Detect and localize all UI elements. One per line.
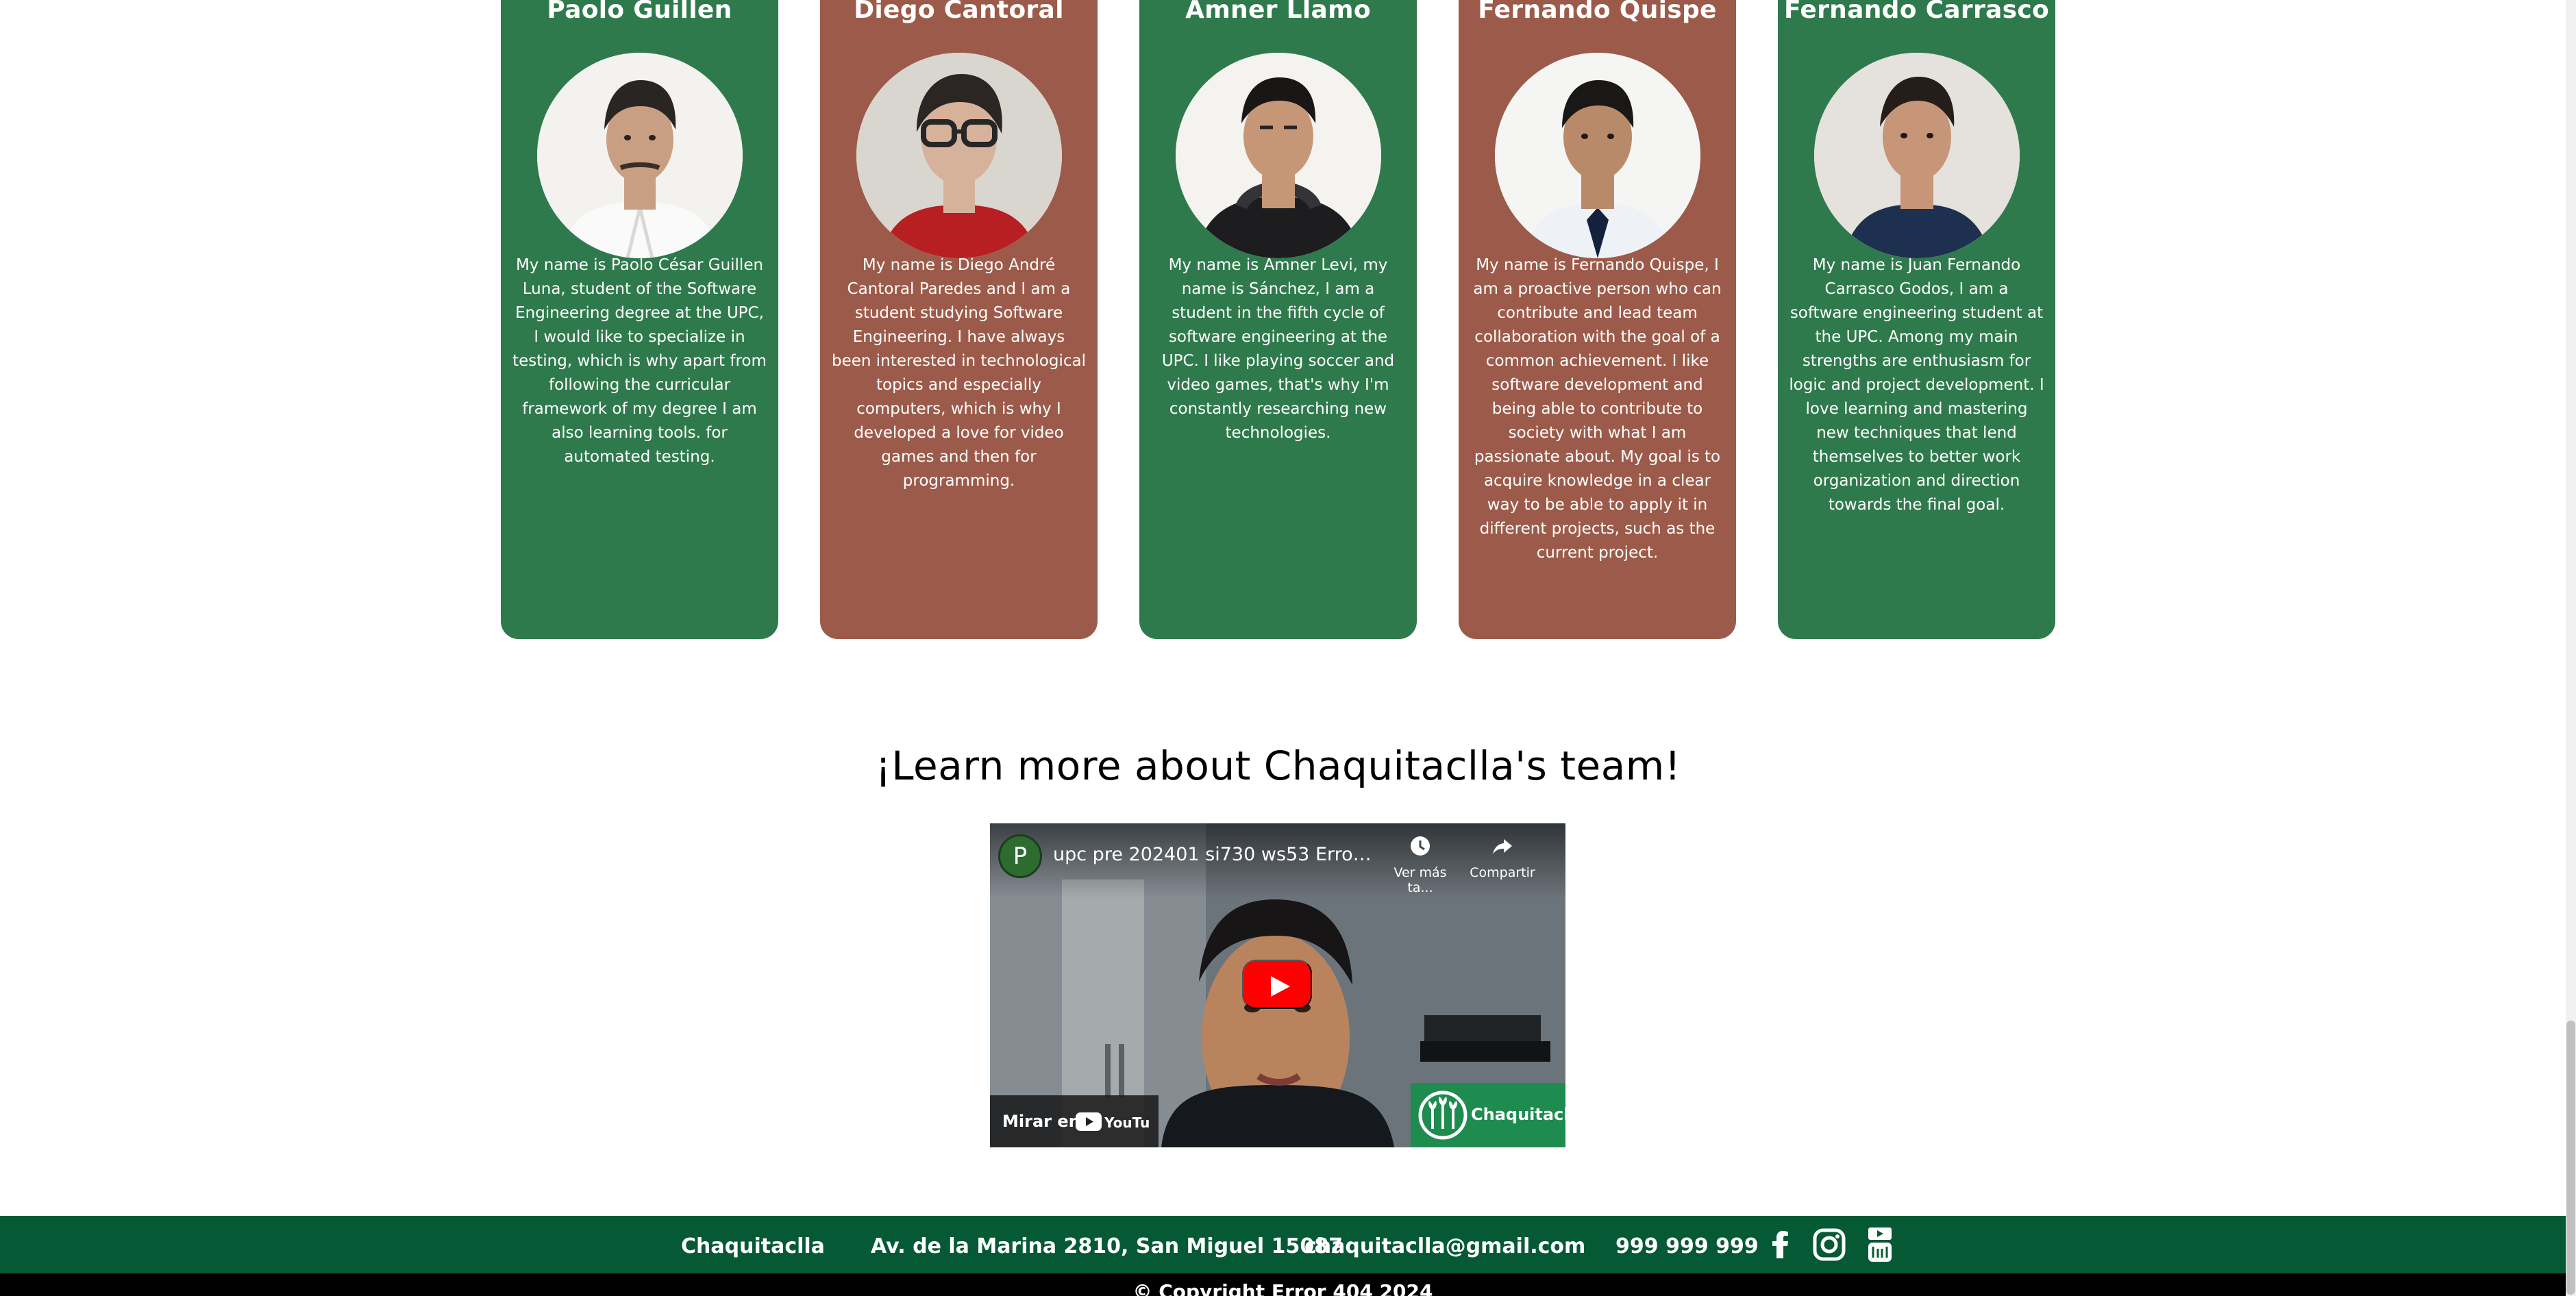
member-photo (537, 53, 743, 258)
video-title[interactable]: upc pre 202401 si730 ws53 Error404 (1053, 844, 1375, 865)
play-button[interactable] (1242, 960, 1312, 1009)
footer-phone[interactable]: 999 999 999 (1615, 1234, 1759, 1258)
member-bio: My name is Paolo César Guillen Luna, stu… (512, 256, 767, 466)
youtube-icon[interactable] (1861, 1225, 1899, 1264)
team-card-quispe: Fernando Quispe My name is Fernando Quis… (1459, 0, 1736, 639)
page-scrollbar[interactable] (2566, 0, 2576, 1296)
watch-on-label: Mirar en (1002, 1112, 1080, 1131)
member-name: Paolo Guillen (547, 0, 732, 24)
share-label: Compartir (1470, 865, 1535, 880)
svg-text:YouTube: YouTube (1104, 1114, 1149, 1131)
scrollbar-thumb[interactable] (2566, 1021, 2575, 1295)
watch-on-youtube-button[interactable]: Mirar en YouTube (990, 1095, 1159, 1147)
learn-more-heading: ¡Learn more about Chaquitaclla's team! (875, 743, 1681, 789)
youtube-logo-icon: YouTube (1076, 1112, 1149, 1131)
member-photo (856, 53, 1062, 258)
site-footer: Chaquitaclla Av. de la Marina 2810, San … (0, 1216, 2566, 1273)
video-title-bar: P upc pre 202401 si730 ws53 Error404 Ver… (990, 823, 1565, 899)
watch-later-label: Ver más ta... (1394, 865, 1447, 895)
share-icon (1493, 839, 1512, 854)
instagram-icon[interactable] (1810, 1225, 1848, 1264)
team-section: Paolo Guillen My name is Paolo César Gui… (501, 0, 2055, 639)
team-card-carrasco: Fernando Carrasco My name is Juan Fernan… (1778, 0, 2055, 639)
member-bio: My name is Diego André Cantoral Paredes … (832, 256, 1086, 490)
member-name: Diego Cantoral (854, 0, 1064, 24)
clock-icon (1411, 836, 1430, 856)
member-bio: My name is Fernando Quispe, I am a proac… (1473, 256, 1722, 562)
member-photo (1176, 53, 1381, 258)
copyright-bar: © Copyright Error 404 2024 (0, 1273, 2566, 1296)
member-photo (1495, 53, 1700, 258)
wheat-logo-icon (1418, 1091, 1467, 1140)
share-button[interactable]: Compartir (1461, 834, 1544, 880)
team-card-paolo: Paolo Guillen My name is Paolo César Gui… (501, 0, 778, 639)
footer-brand[interactable]: Chaquitaclla (681, 1234, 825, 1258)
copyright-text: © Copyright Error 404 2024 (1132, 1280, 1433, 1296)
watch-later-button[interactable]: Ver más ta... (1379, 834, 1461, 895)
footer-address: Av. de la Marina 2810, San Miguel 15087 (871, 1234, 1343, 1258)
brand-label: Chaquitaclla (1471, 1105, 1565, 1124)
member-name: Fernando Quispe (1478, 0, 1717, 24)
member-photo (1814, 53, 2020, 258)
member-name: Amner Llamo (1185, 0, 1371, 24)
chaquitaclla-video-badge: Chaquitaclla (1411, 1083, 1565, 1147)
member-name: Fernando Carrasco (1783, 0, 2049, 24)
footer-email[interactable]: chaquitaclla@gmail.com (1304, 1234, 1585, 1258)
youtube-video-embed[interactable]: P upc pre 202401 si730 ws53 Error404 Ver… (990, 823, 1565, 1147)
team-card-amner: Amner Llamo My name is Amner Levi, my na… (1139, 0, 1417, 639)
facebook-icon[interactable] (1761, 1225, 1800, 1264)
team-card-diego: Diego Cantoral My name is Diego André Ca… (820, 0, 1098, 639)
member-bio: My name is Juan Fernando Carrasco Godos,… (1789, 256, 2044, 514)
channel-avatar[interactable]: P (998, 834, 1042, 878)
member-bio: My name is Amner Levi, my name is Sánche… (1161, 256, 1395, 442)
